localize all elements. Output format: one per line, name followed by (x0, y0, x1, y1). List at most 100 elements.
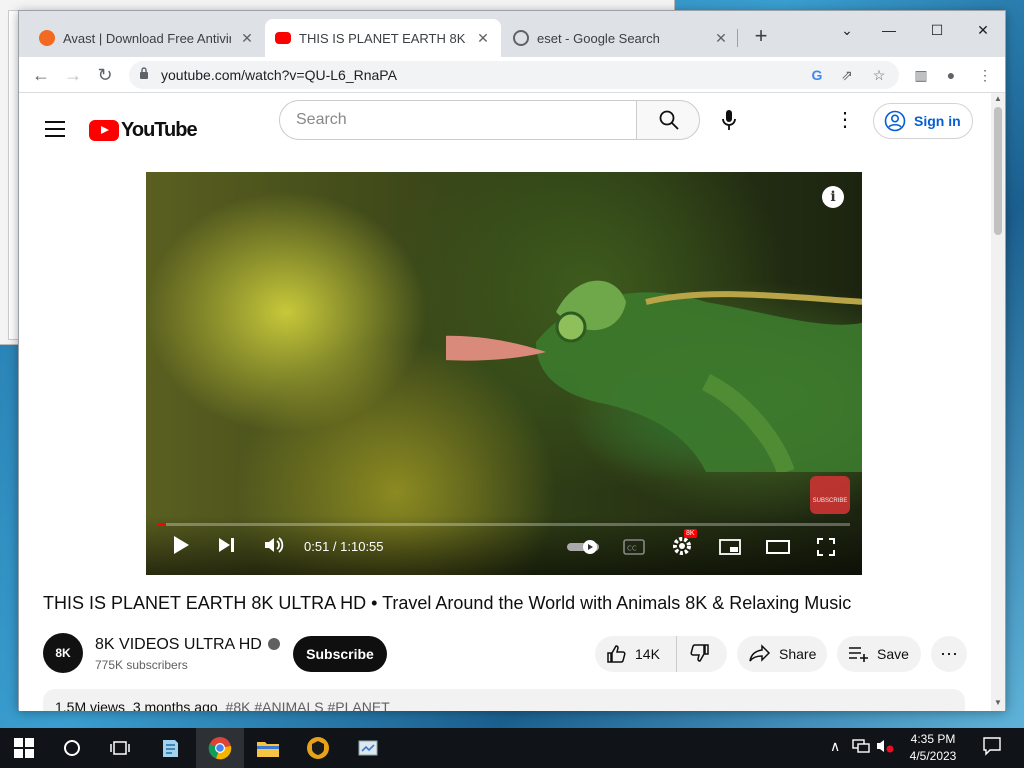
search-icon (659, 110, 679, 130)
settings-more-icon[interactable]: ⋮ (835, 109, 855, 131)
volume-muted-icon[interactable] (876, 738, 894, 757)
thumbs-down-icon (690, 643, 709, 662)
like-count: 14K (635, 646, 660, 662)
file-explorer-icon[interactable] (244, 728, 292, 768)
show-hidden-icons-icon[interactable]: ∧ (830, 738, 840, 755)
address-bar[interactable]: youtube.com/watch?v=QU-L6_RnaPA G ⇗ ☆ (129, 61, 899, 89)
hamburger-menu-icon[interactable] (45, 121, 65, 137)
app-window-icon[interactable] (344, 728, 392, 768)
network-icon[interactable] (852, 738, 870, 757)
settings-gear-icon[interactable]: 8K (670, 529, 697, 559)
tab-youtube[interactable]: THIS IS PLANET EARTH 8K ULTRA HD ✕ (265, 19, 501, 57)
start-windows-icon[interactable] (0, 728, 48, 768)
subscribe-button[interactable]: Subscribe (293, 636, 387, 672)
clock-date: 4/5/2023 (909, 749, 957, 763)
more-actions-icon[interactable]: ⋯ (931, 636, 967, 672)
notepad-app-icon[interactable] (146, 728, 194, 768)
hashtags[interactable]: #8K #ANIMALS #PLANET (226, 699, 390, 711)
microphone-icon[interactable] (719, 109, 739, 131)
tab-close-icon[interactable]: ✕ (713, 30, 729, 47)
share-button[interactable]: Share (737, 636, 827, 672)
add-to-playlist-icon (849, 647, 868, 662)
dislike-button[interactable] (677, 642, 711, 667)
search-circle-icon[interactable] (48, 728, 96, 768)
sign-in-label: Sign in (914, 113, 961, 129)
avatar-text: 8K (55, 646, 71, 660)
task-view-icon[interactable] (96, 728, 144, 768)
url-text[interactable]: youtube.com/watch?v=QU-L6_RnaPA (161, 67, 397, 83)
description-box[interactable]: 1.5M views 3 months ago #8K #ANIMALS #PL… (43, 689, 965, 711)
svg-text:CC: CC (627, 545, 637, 553)
reload-icon[interactable]: ↻ (93, 63, 117, 87)
progress-bar[interactable] (158, 523, 850, 526)
view-count: 1.5M views (55, 699, 126, 711)
google-translate-icon[interactable]: G (807, 65, 827, 85)
close-window-button[interactable]: ✕ (963, 17, 1003, 43)
browser-toolbar: ← → ↻ youtube.com/watch?v=QU-L6_RnaPA G … (19, 57, 1005, 93)
back-arrow-icon[interactable]: ← (29, 63, 53, 87)
tab-separator (737, 29, 738, 47)
like-dislike-group: 14K (595, 636, 727, 672)
tab-title: eset - Google Search (537, 30, 660, 46)
autoplay-toggle[interactable] (566, 535, 602, 559)
tab-strip: Avast | Download Free Antivirus ✕ THIS I… (19, 11, 1005, 57)
new-tab-button[interactable]: + (749, 23, 773, 49)
search-button[interactable] (636, 100, 700, 140)
channel-name[interactable]: 8K VIDEOS ULTRA HD (95, 636, 280, 654)
upload-age: 3 months ago (132, 699, 218, 711)
lock-icon[interactable] (139, 67, 149, 79)
tab-search-button[interactable]: ⌄ (827, 17, 867, 43)
channel-name-text[interactable]: 8K VIDEOS ULTRA HD (95, 636, 262, 653)
tab-close-icon[interactable]: ✕ (475, 30, 491, 47)
video-player[interactable]: i SUBSCRIBE 0:51 / 1:10:55 CC 8K (146, 172, 862, 575)
scroll-down-icon[interactable]: ▼ (991, 697, 1005, 709)
info-icon[interactable]: i (822, 186, 844, 208)
bookmark-star-icon[interactable]: ☆ (869, 65, 889, 85)
taskbar: ∧ 4:35 PM 4/5/2023 (0, 728, 1024, 768)
like-button[interactable]: 14K (595, 636, 677, 672)
profile-icon[interactable]: ● (941, 65, 961, 85)
volume-icon[interactable] (262, 535, 286, 559)
sign-in-button[interactable]: Sign in (873, 103, 973, 139)
play-icon[interactable] (170, 535, 192, 559)
search-input[interactable]: Search (279, 100, 637, 140)
chrome-app-icon[interactable] (196, 728, 244, 768)
save-button[interactable]: Save (837, 636, 921, 672)
forward-arrow-icon[interactable]: → (61, 63, 85, 87)
youtube-logo[interactable]: YouTube (89, 119, 198, 142)
notifications-icon[interactable] (982, 736, 1002, 759)
watermark-text: SUBSCRIBE (812, 498, 848, 504)
globe-icon (513, 30, 529, 46)
side-panel-icon[interactable]: ▥ (911, 65, 931, 85)
youtube-play-logo-icon (89, 120, 119, 141)
tab-google-search[interactable]: eset - Google Search ✕ (503, 19, 739, 57)
clock-time: 4:35 PM (910, 732, 956, 746)
share-arrow-icon (749, 644, 771, 662)
minimize-button[interactable]: — (869, 17, 909, 43)
share-page-icon[interactable]: ⇗ (837, 65, 857, 85)
video-title: THIS IS PLANET EARTH 8K ULTRA HD • Trave… (43, 593, 852, 613)
fullscreen-icon[interactable] (814, 535, 838, 559)
next-video-icon[interactable] (216, 535, 238, 559)
avast-secure-browser-icon[interactable] (294, 728, 342, 768)
tab-title: THIS IS PLANET EARTH 8K ULTRA HD (299, 30, 467, 46)
maximize-button[interactable]: ☐ (917, 17, 957, 43)
theater-mode-icon[interactable] (766, 535, 790, 559)
clock[interactable]: 4:35 PM 4/5/2023 (898, 731, 968, 765)
tab-title: Avast | Download Free Antivirus (63, 30, 231, 46)
tab-close-icon[interactable]: ✕ (239, 30, 255, 47)
subscriber-count: 775K subscribers (95, 658, 188, 672)
scroll-thumb[interactable] (994, 107, 1002, 235)
logo-text: YouTube (121, 119, 198, 141)
miniplayer-icon[interactable] (718, 535, 742, 559)
tab-avast[interactable]: Avast | Download Free Antivirus ✕ (29, 19, 265, 57)
channel-avatar[interactable]: 8K (43, 633, 83, 673)
scroll-up-icon[interactable]: ▲ (991, 93, 1005, 105)
subtitles-icon[interactable]: CC (622, 535, 646, 559)
time-display: 0:51 / 1:10:55 (304, 539, 384, 554)
chameleon-video-frame (446, 280, 862, 472)
save-label: Save (877, 646, 909, 662)
chrome-menu-icon[interactable]: ⋮ (975, 65, 995, 85)
page-scrollbar[interactable]: ▲ ▼ (991, 93, 1005, 711)
subscribe-watermark[interactable]: SUBSCRIBE (810, 476, 850, 514)
